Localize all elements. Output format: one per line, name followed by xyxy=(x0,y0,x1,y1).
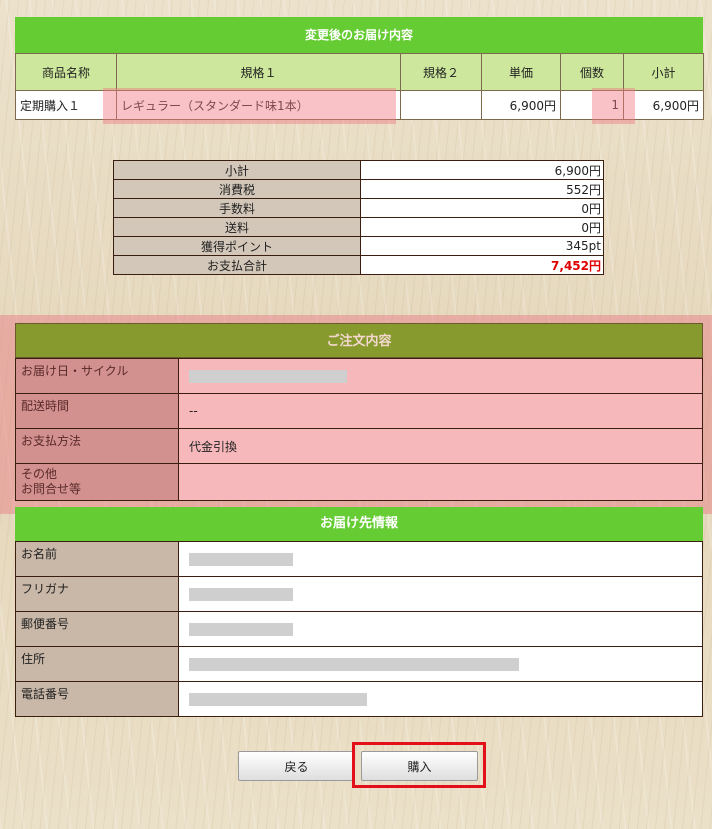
totals-table: 小計 6,900円 消費税 552円 手数料 0円 送料 0円 獲得ポイント 3… xyxy=(113,160,604,275)
order-table: お届け日・サイクル 配送時間 -- お支払方法 代金引換 その他 お問合せ等 xyxy=(15,358,703,501)
totals-row: 小計 6,900円 xyxy=(113,160,604,180)
order-section: ご注文内容 お届け日・サイクル 配送時間 -- お支払方法 代金引換 その他 お… xyxy=(15,323,703,501)
col-header-subtotal: 小計 xyxy=(623,53,704,91)
totals-row: 消費税 552円 xyxy=(113,179,604,199)
order-row-delivery-cycle: お届け日・サイクル xyxy=(15,358,703,394)
phone-label: 電話番号 xyxy=(15,681,179,717)
back-button[interactable]: 戻る xyxy=(238,751,355,781)
redacted-text xyxy=(189,370,347,383)
payment-method-value: 代金引換 xyxy=(178,428,703,464)
delivery-cycle-label: お届け日・サイクル xyxy=(15,358,179,394)
shipping-section-title: お届け先情報 xyxy=(15,507,703,541)
shipping-row-name: お名前 xyxy=(15,541,703,577)
col-header-product-name: 商品名称 xyxy=(15,53,117,91)
totals-value: 6,900円 xyxy=(360,160,604,180)
shipping-row-furigana: フリガナ xyxy=(15,576,703,612)
totals-label: 送料 xyxy=(113,217,361,237)
col-header-spec2: 規格２ xyxy=(400,53,482,91)
furigana-value xyxy=(178,576,703,612)
spec1-cell: レギュラー（スタンダード味1本） xyxy=(116,90,401,120)
totals-row: 送料 0円 xyxy=(113,217,604,237)
totals-label: 小計 xyxy=(113,160,361,180)
totals-label: 獲得ポイント xyxy=(113,236,361,256)
col-header-quantity: 個数 xyxy=(560,53,624,91)
address-value xyxy=(178,646,703,682)
order-row-payment-method: お支払方法 代金引換 xyxy=(15,428,703,464)
totals-row: 手数料 0円 xyxy=(113,198,604,218)
product-table-header: 商品名称 規格１ 規格２ 単価 個数 小計 xyxy=(15,53,704,91)
table-row: 定期購入１ レギュラー（スタンダード味1本） 6,900円 1 6,900円 xyxy=(15,90,704,120)
totals-value: 0円 xyxy=(360,217,604,237)
delivery-time-label: 配送時間 xyxy=(15,393,179,429)
address-label: 住所 xyxy=(15,646,179,682)
redacted-text xyxy=(189,588,293,601)
redacted-text xyxy=(189,623,293,636)
col-header-unit-price: 単価 xyxy=(481,53,561,91)
totals-value: 0円 xyxy=(360,198,604,218)
postal-code-value xyxy=(178,611,703,647)
product-table: 商品名称 規格１ 規格２ 単価 個数 小計 定期購入１ レギュラー（スタンダード… xyxy=(15,53,704,120)
shipping-row-postal-code: 郵便番号 xyxy=(15,611,703,647)
shipping-table: お名前 フリガナ 郵便番号 住所 電話番号 xyxy=(15,541,703,717)
totals-value: 552円 xyxy=(360,179,604,199)
grand-total-value: 7,452円 xyxy=(360,255,604,275)
shipping-row-phone: 電話番号 xyxy=(15,681,703,717)
other-inquiry-label: その他 お問合せ等 xyxy=(15,463,179,501)
subtotal-cell: 6,900円 xyxy=(623,90,704,120)
spec2-cell xyxy=(400,90,482,120)
redacted-text xyxy=(189,658,519,671)
name-value xyxy=(178,541,703,577)
redacted-text xyxy=(189,693,367,706)
col-header-spec1: 規格１ xyxy=(116,53,401,91)
furigana-label: フリガナ xyxy=(15,576,179,612)
quantity-cell: 1 xyxy=(560,90,624,120)
phone-value xyxy=(178,681,703,717)
totals-row: お支払合計 7,452円 xyxy=(113,255,604,275)
postal-code-label: 郵便番号 xyxy=(15,611,179,647)
name-label: お名前 xyxy=(15,541,179,577)
totals-label: 手数料 xyxy=(113,198,361,218)
order-section-title: ご注文内容 xyxy=(15,323,703,358)
totals-label: 消費税 xyxy=(113,179,361,199)
product-name-cell: 定期購入１ xyxy=(15,90,117,120)
order-row-delivery-time: 配送時間 -- xyxy=(15,393,703,429)
payment-method-label: お支払方法 xyxy=(15,428,179,464)
other-inquiry-value xyxy=(178,463,703,501)
shipping-row-address: 住所 xyxy=(15,646,703,682)
redacted-text xyxy=(189,553,293,566)
product-section-title: 変更後のお届け内容 xyxy=(15,17,703,53)
order-row-other: その他 お問合せ等 xyxy=(15,463,703,501)
delivery-time-value: -- xyxy=(178,393,703,429)
unit-price-cell: 6,900円 xyxy=(481,90,561,120)
grand-total-label: お支払合計 xyxy=(113,255,361,275)
totals-value: 345pt xyxy=(360,236,604,256)
delivery-cycle-value xyxy=(178,358,703,394)
totals-row: 獲得ポイント 345pt xyxy=(113,236,604,256)
purchase-button-callout xyxy=(352,742,486,788)
product-section: 変更後のお届け内容 商品名称 規格１ 規格２ 単価 個数 小計 定期購入１ レギ… xyxy=(15,17,704,120)
shipping-section: お届け先情報 お名前 フリガナ 郵便番号 住所 電話番号 xyxy=(15,507,703,717)
